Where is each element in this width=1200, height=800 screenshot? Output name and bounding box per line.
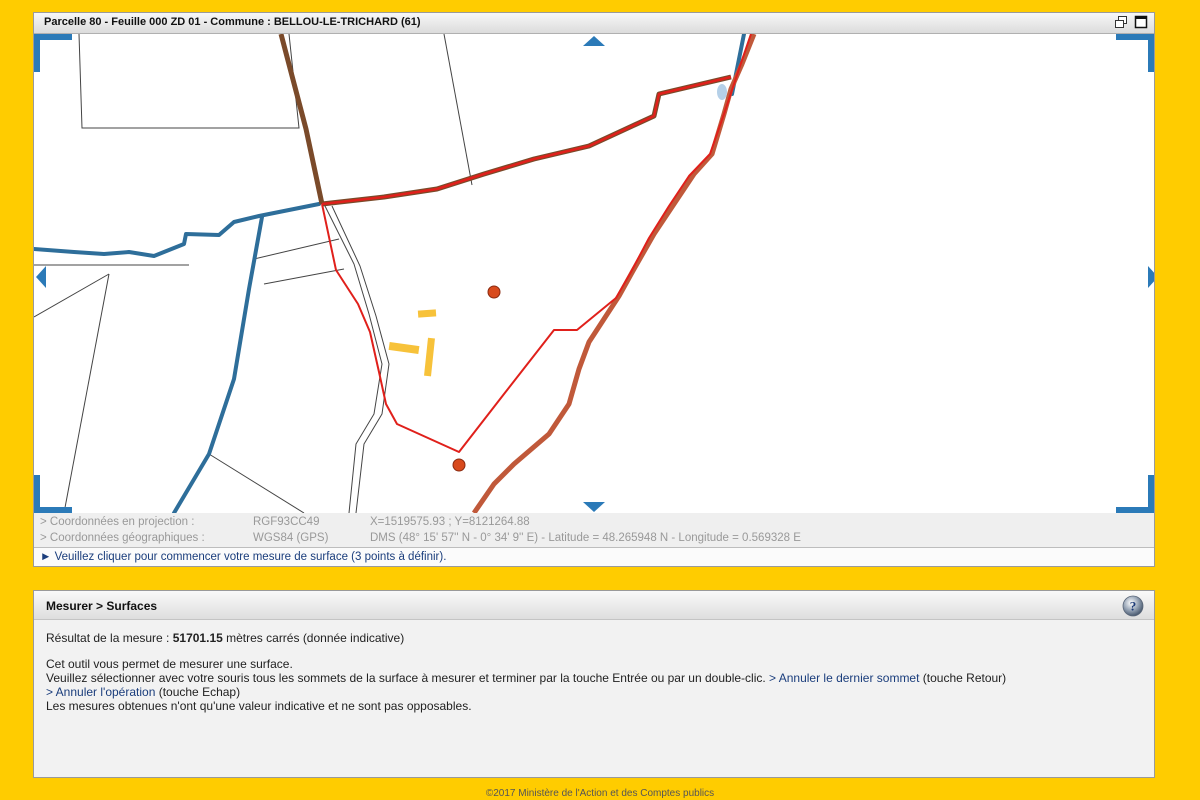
- waterways: [34, 34, 746, 513]
- maximize-window-icon[interactable]: [1134, 15, 1148, 29]
- geographic-value: DMS (48° 15' 57'' N - 0° 34' 9'' E) - La…: [370, 532, 801, 544]
- cancel-operation-link[interactable]: > Annuler l'opération: [46, 685, 155, 699]
- buildings: [388, 309, 437, 377]
- restore-window-icon[interactable]: [1114, 15, 1128, 29]
- frame-corner-icon: [1116, 34, 1154, 72]
- projection-system: RGF93CC49: [253, 516, 320, 528]
- map-canvas[interactable]: [34, 34, 1154, 513]
- map-marker[interactable]: [452, 458, 466, 472]
- result-value: 51701.15: [172, 631, 223, 645]
- frame-corner-icon: [34, 34, 72, 72]
- geographic-label: > Coordonnées géographiques :: [40, 532, 205, 544]
- measure-title: Mesurer > Surfaces: [46, 599, 158, 613]
- map-window: Parcelle 80 - Feuille 000 ZD 01 - Commun…: [33, 12, 1155, 567]
- result-prefix: Résultat de la mesure :: [46, 631, 173, 645]
- result-suffix: mètres carrés (donnée indicative): [222, 631, 405, 645]
- svg-text:?: ?: [1130, 599, 1137, 614]
- projection-value: X=1519575.93 ; Y=8121264.88: [370, 516, 530, 528]
- map-titlebar: Parcelle 80 - Feuille 000 ZD 01 - Commun…: [34, 13, 1154, 34]
- measure-result: Résultat de la mesure : 51701.15 mètres …: [46, 631, 1142, 645]
- pan-right-icon[interactable]: [1140, 265, 1154, 289]
- map-title: Parcelle 80 - Feuille 000 ZD 01 - Commun…: [44, 16, 421, 28]
- pan-up-icon[interactable]: [582, 34, 606, 58]
- map-status-message: ► Veuillez cliquer pour commencer votre …: [34, 547, 1154, 566]
- undo-last-key-hint: (touche Retour): [919, 671, 1007, 685]
- parcel-outline: [321, 34, 752, 453]
- footer-copyright: ©2017 Ministère de l'Action et des Compt…: [485, 788, 715, 799]
- projection-label: > Coordonnées en projection :: [40, 516, 195, 528]
- measure-cancel-row: > Annuler l'opération (touche Echap): [46, 685, 1142, 699]
- instructions-text: Veuillez sélectionner avec votre souris …: [46, 671, 770, 685]
- help-icon[interactable]: ?: [1122, 595, 1144, 617]
- measure-disclaimer: Les mesures obtenues n'ont qu'une valeur…: [46, 699, 472, 713]
- cadastral-map[interactable]: [34, 34, 1154, 513]
- commune-boundary: [278, 34, 757, 513]
- cancel-key-hint: (touche Echap): [155, 685, 241, 699]
- frame-corner-icon: [34, 475, 72, 513]
- measure-intro: Cet outil vous permet de mesurer une sur…: [46, 657, 293, 671]
- measure-instructions: Veuillez sélectionner avec votre souris …: [46, 671, 1142, 685]
- undo-last-vertex-link[interactable]: > Annuler le dernier sommet: [769, 671, 919, 685]
- measure-body: Résultat de la mesure : 51701.15 mètres …: [46, 631, 1142, 713]
- measure-panel: Mesurer > Surfaces ? Résultat de la mesu…: [33, 590, 1155, 778]
- frame-corner-icon: [1116, 475, 1154, 513]
- pond: [717, 84, 727, 100]
- coordinates-panel: > Coordonnées en projection : RGF93CC49 …: [34, 513, 1154, 547]
- pan-down-icon[interactable]: [582, 498, 606, 513]
- pan-left-icon[interactable]: [34, 265, 58, 289]
- measure-header: Mesurer > Surfaces ?: [34, 591, 1154, 620]
- map-marker[interactable]: [487, 285, 501, 299]
- geographic-system: WGS84 (GPS): [253, 532, 329, 544]
